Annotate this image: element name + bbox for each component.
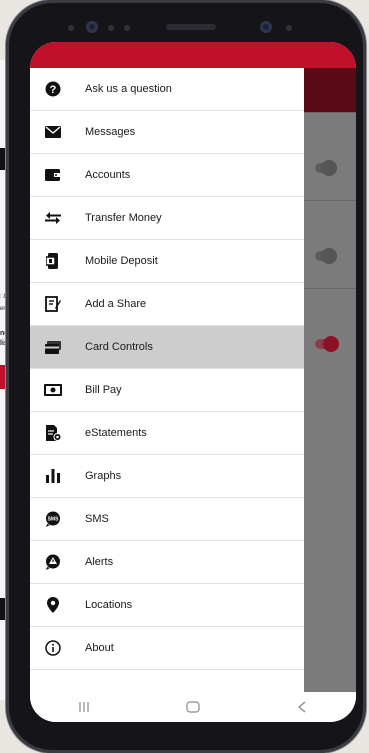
menu-item-label: Messages — [85, 126, 136, 138]
menu-item-label: Mobile Deposit — [85, 255, 158, 267]
svg-text:?: ? — [50, 84, 57, 96]
card-icon — [42, 336, 64, 358]
phone-screen: ? Ask us a question Messages Accounts Tr… — [30, 42, 356, 722]
menu-item-transfer-money[interactable]: Transfer Money — [30, 197, 304, 240]
sensor-dot — [108, 25, 114, 31]
sensor-dot — [286, 25, 292, 31]
wallet-icon — [42, 164, 64, 186]
phone-frame: ? Ask us a question Messages Accounts Tr… — [6, 0, 366, 753]
menu-item-mobile-deposit[interactable]: Mobile Deposit — [30, 240, 304, 283]
add-share-icon — [42, 293, 64, 315]
menu-item-alerts[interactable]: Alerts — [30, 541, 304, 584]
menu-item-card-controls[interactable]: Card Controls — [30, 326, 304, 369]
menu-item-ask-question[interactable]: ? Ask us a question — [30, 68, 304, 111]
toggle-switch[interactable] — [315, 248, 337, 264]
menu-item-label: Ask us a question — [85, 83, 172, 95]
menu-item-label: Bill Pay — [85, 384, 122, 396]
menu-item-label: Accounts — [85, 169, 131, 181]
speaker-grille — [166, 24, 216, 30]
divider — [304, 288, 356, 289]
envelope-icon — [42, 121, 64, 143]
system-navigation-bar — [30, 692, 356, 722]
question-circle-icon: ? — [42, 78, 64, 100]
menu-item-label: Transfer Money — [85, 212, 162, 224]
bill-icon — [42, 379, 64, 401]
svg-text:SMS: SMS — [48, 517, 60, 523]
menu-item-estatements[interactable]: eStatements — [30, 412, 304, 455]
menu-item-messages[interactable]: Messages — [30, 111, 304, 154]
divider — [304, 112, 356, 113]
location-pin-icon — [42, 594, 64, 616]
menu-item-label: eStatements — [85, 427, 147, 439]
transfer-arrows-icon — [42, 207, 64, 229]
menu-item-add-share[interactable]: Add a Share — [30, 283, 304, 326]
menu-item-label: Add a Share — [85, 298, 147, 310]
home-icon[interactable] — [173, 695, 213, 719]
menu-item-accounts[interactable]: Accounts — [30, 154, 304, 197]
back-icon[interactable] — [282, 695, 322, 719]
menu-item-label: About — [85, 642, 114, 654]
bar-graph-icon — [42, 465, 64, 487]
navigation-drawer: ? Ask us a question Messages Accounts Tr… — [30, 68, 304, 692]
menu-item-label: Graphs — [85, 470, 122, 482]
menu-item-bill-pay[interactable]: Bill Pay — [30, 369, 304, 412]
toggle-switch[interactable] — [315, 336, 339, 352]
sms-bubble-icon: SMS — [42, 508, 64, 530]
sensor-dot — [124, 25, 130, 31]
info-icon — [42, 637, 64, 659]
menu-item-graphs[interactable]: Graphs — [30, 455, 304, 498]
menu-item-label: Locations — [85, 599, 133, 611]
estatement-icon — [42, 422, 64, 444]
menu-item-label: Alerts — [85, 556, 114, 568]
menu-item-label: SMS — [85, 513, 109, 525]
front-camera-icon — [260, 21, 272, 33]
menu-item-locations[interactable]: Locations — [30, 584, 304, 627]
dimmed-app-header — [304, 68, 356, 112]
mobile-deposit-icon — [42, 250, 64, 272]
alert-icon — [42, 551, 64, 573]
front-camera-icon — [86, 21, 98, 33]
recent-apps-icon[interactable] — [64, 695, 104, 719]
menu-item-about[interactable]: About — [30, 627, 304, 670]
menu-item-sms[interactable]: SMS SMS — [30, 498, 304, 541]
toggle-switch[interactable] — [315, 160, 337, 176]
status-bar — [30, 42, 356, 68]
sensor-dot — [68, 25, 74, 31]
divider — [304, 200, 356, 201]
menu-item-label: Card Controls — [85, 341, 153, 353]
